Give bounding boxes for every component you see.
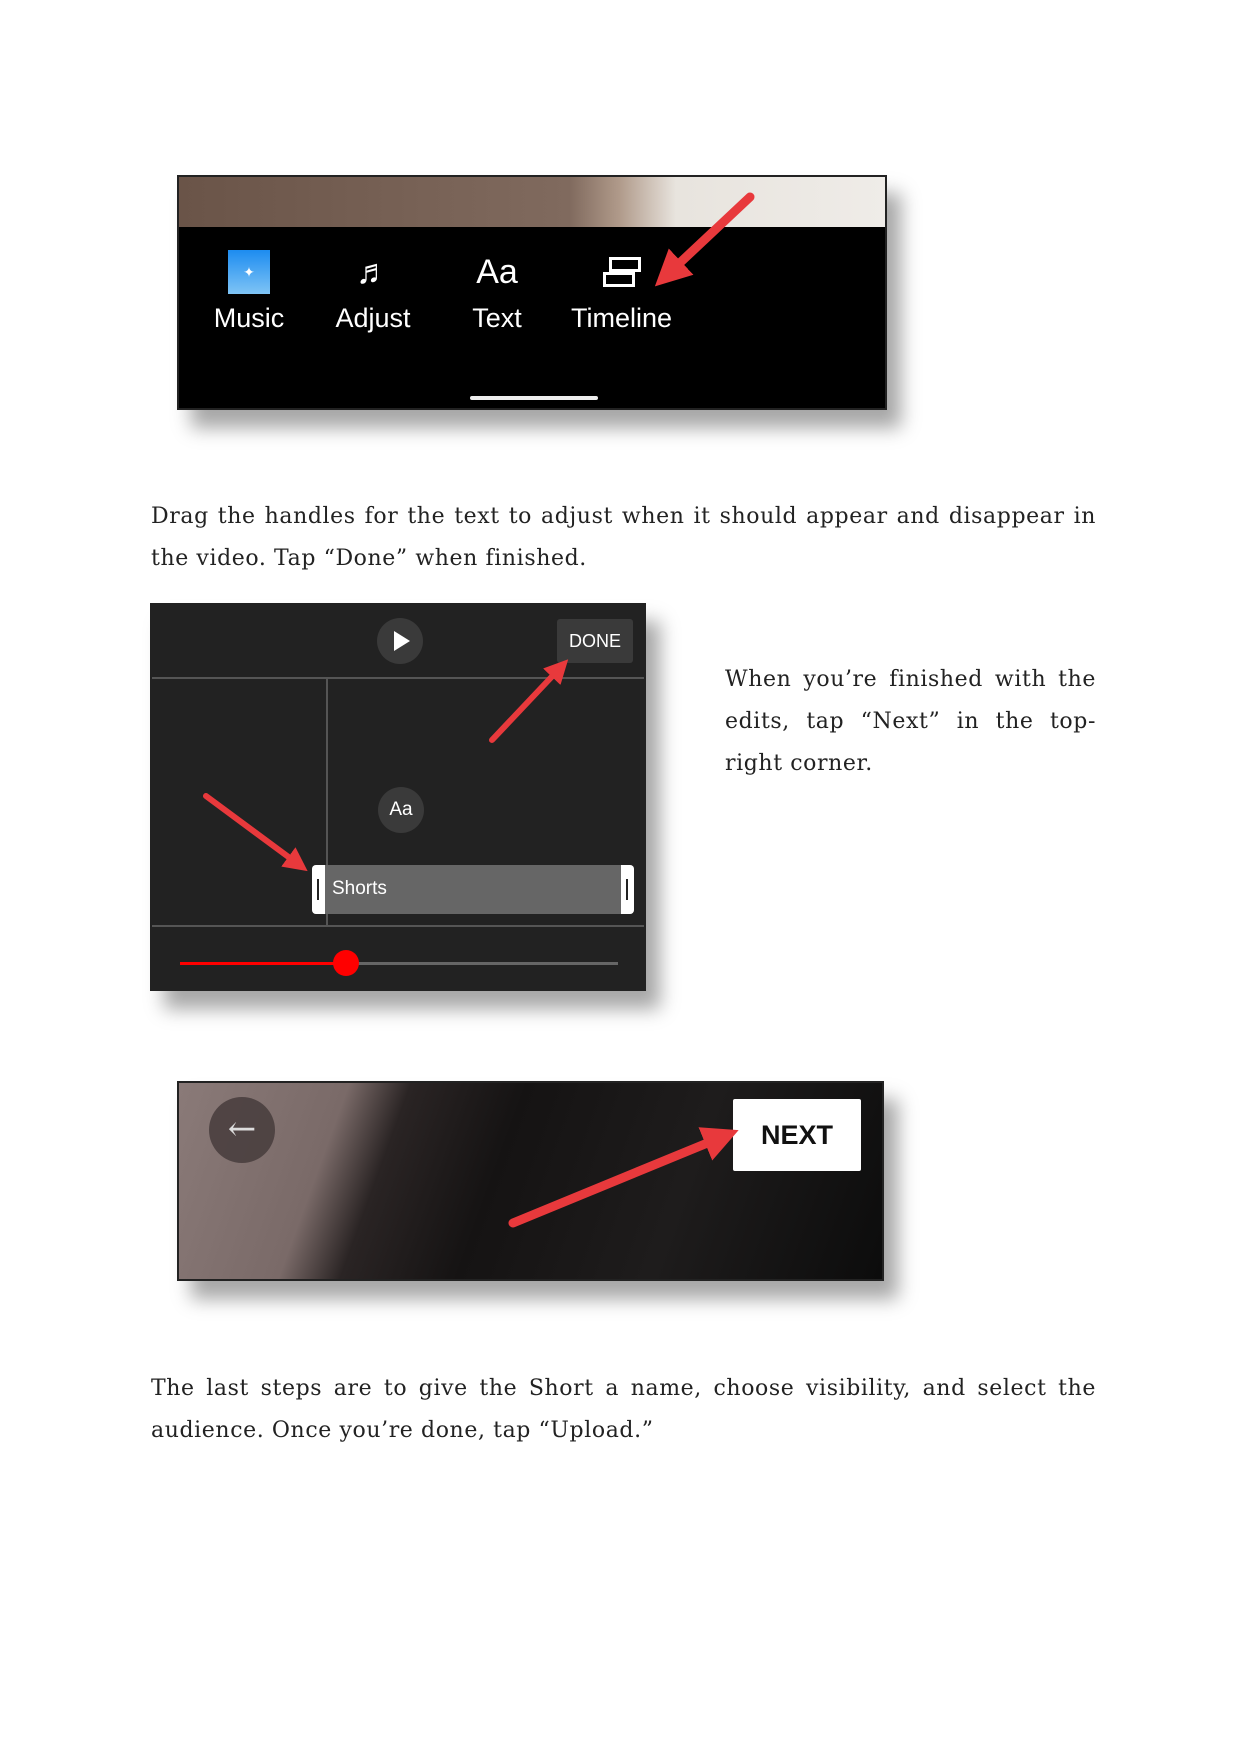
music-note-scissors-icon: ♬ [356, 252, 390, 291]
next-screen-screenshot: ← NEXT [177, 1081, 884, 1281]
tool-label: Music [213, 303, 285, 333]
text-aa-icon: Aa [476, 252, 518, 291]
instruction-paragraph-1: Drag the handles for the text to adjust … [151, 504, 1096, 571]
timeline-editor-screenshot: DONE Aa Shorts [150, 603, 646, 991]
instruction-paragraph-3: The last steps are to give the Short a n… [151, 1376, 1096, 1443]
divider [152, 925, 644, 927]
video-preview-strip [179, 177, 885, 227]
slider-knob[interactable] [333, 950, 360, 976]
home-indicator [470, 396, 598, 400]
done-button[interactable]: DONE [557, 619, 633, 663]
text-clip[interactable]: Shorts [312, 865, 634, 914]
music-thumbnail-icon: ✦ [228, 250, 270, 294]
playback-slider[interactable] [180, 950, 618, 976]
clip-label: Shorts [332, 878, 387, 899]
play-icon [394, 631, 410, 651]
tool-label: Text [472, 303, 522, 333]
slider-fill [180, 962, 347, 965]
play-button[interactable] [377, 618, 423, 664]
tool-label: Adjust [335, 303, 411, 333]
back-button[interactable]: ← [209, 1097, 275, 1163]
text-track-icon: Aa [378, 787, 424, 833]
tool-label: Timeline [571, 303, 673, 333]
right-trim-handle[interactable] [621, 865, 634, 914]
divider [152, 677, 644, 679]
timeline-icon [571, 249, 671, 295]
next-button[interactable]: NEXT [733, 1099, 861, 1171]
arrow-left-icon: ← [227, 1109, 257, 1149]
toolbar-screenshot: ✦ Music ♬ Adjust Aa Text Timeline [177, 175, 887, 410]
instruction-paragraph-2: When you’re finished with the edits, tap… [725, 667, 1096, 776]
left-trim-handle[interactable] [312, 865, 325, 914]
